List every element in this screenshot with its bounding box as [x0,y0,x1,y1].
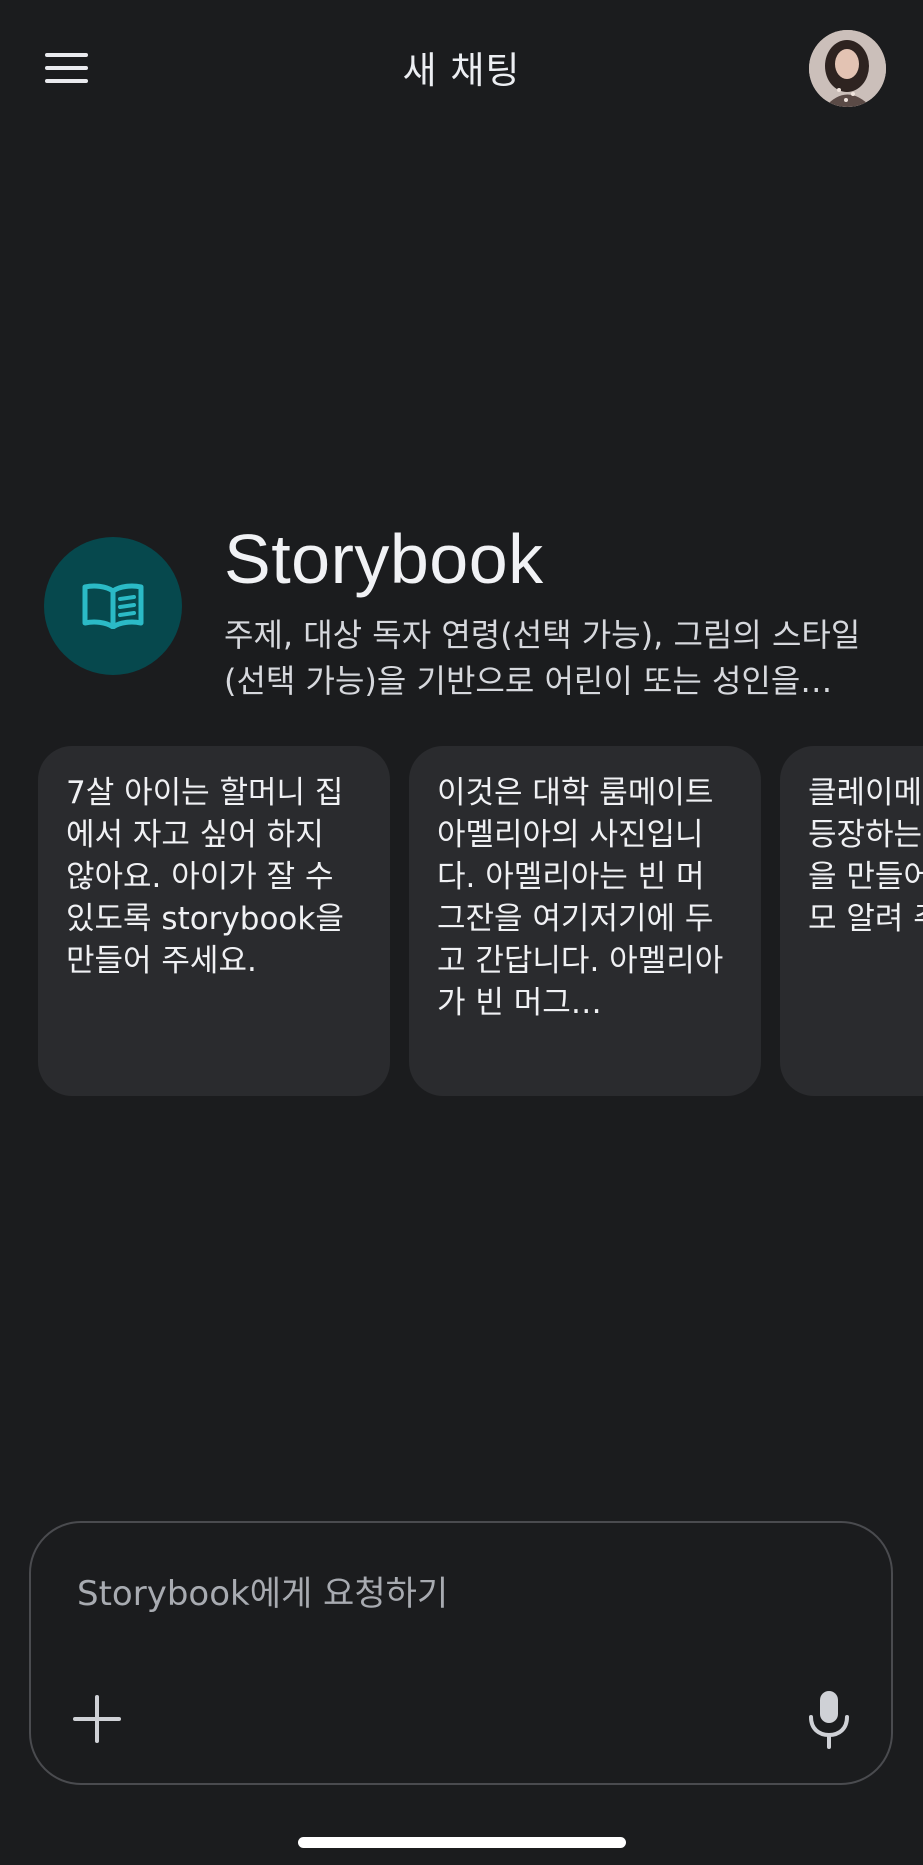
prompt-input[interactable] [75,1563,839,1625]
suggestion-card[interactable]: 이것은 대학 룸메이트 아멜리아의 사진입니다. 아멜리아는 빈 머그잔을 여기… [409,746,761,1096]
microphone-icon [809,1691,849,1749]
top-app-bar: 새 채팅 [0,0,923,134]
agent-name: Storybook [224,520,544,598]
suggestion-carousel[interactable]: 7살 아이는 할머니 집에서 자고 싶어 하지 않아요. 아이가 잘 수 있도록… [38,746,923,1096]
agent-avatar [44,537,182,675]
agent-header: Storybook 주제, 대상 독자 연령(선택 가능), 그림의 스타일(선… [44,520,914,700]
avatar-image [809,30,886,107]
home-indicator[interactable] [298,1837,626,1848]
suggestion-card[interactable]: 클레이메이션 스타일로 등장하는 storybook을 만들어 밝 얼마나 모 … [780,746,923,1096]
user-avatar[interactable] [809,30,886,107]
suggestion-card[interactable]: 7살 아이는 할머니 집에서 자고 싶어 하지 않아요. 아이가 잘 수 있도록… [38,746,390,1096]
voice-input-button[interactable] [803,1689,855,1749]
page-title: 새 채팅 [402,49,521,92]
suggestion-text: 이것은 대학 룸메이트 아멜리아의 사진입니다. 아멜리아는 빈 머그잔을 여기… [437,775,724,1021]
open-book-icon [82,583,144,629]
suggestion-text: 클레이메이션 스타일로 등장하는 storybook을 만들어 밝 얼마나 모 … [808,775,923,937]
add-attachment-button[interactable] [71,1693,123,1745]
message-composer [29,1521,893,1785]
agent-description: 주제, 대상 독자 연령(선택 가능), 그림의 스타일(선택 가능)을 기반으… [224,616,861,700]
plus-icon [73,1695,121,1743]
suggestion-text: 7살 아이는 할머니 집에서 자고 싶어 하지 않아요. 아이가 잘 수 있도록… [66,775,344,979]
